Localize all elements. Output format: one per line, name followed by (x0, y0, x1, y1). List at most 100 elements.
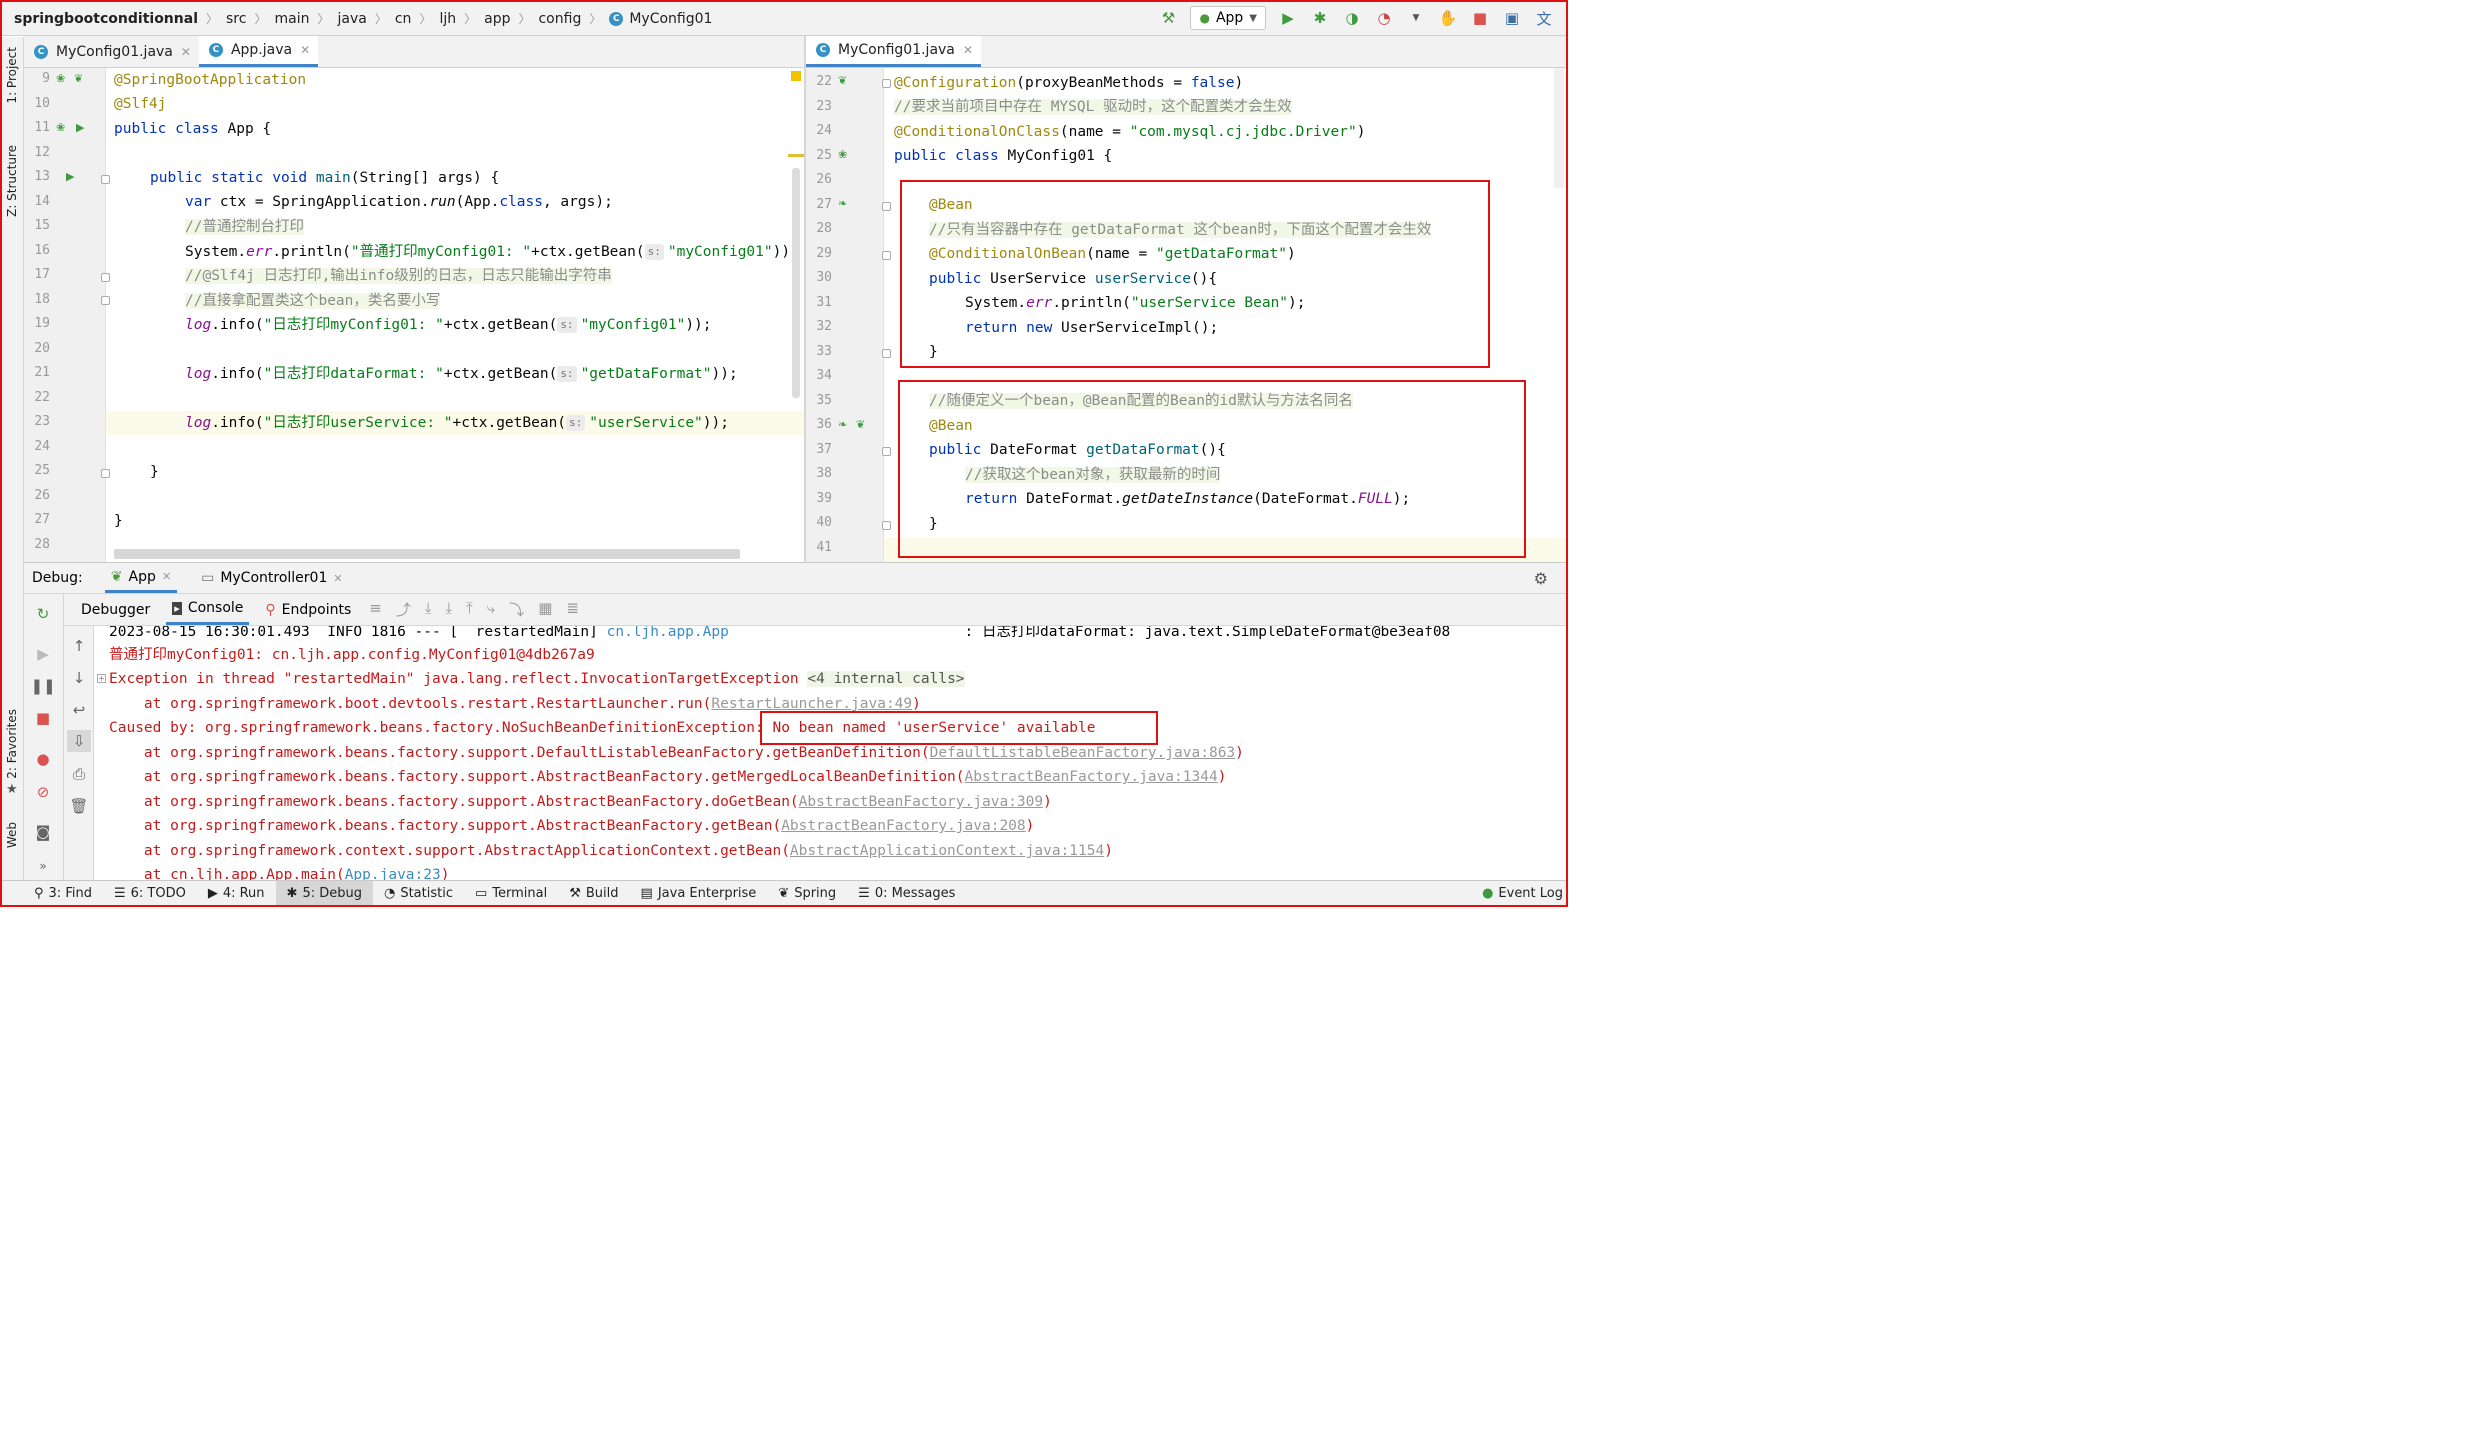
tool-todo[interactable]: ☰ 6: TODO (103, 881, 197, 905)
trace-icon[interactable]: ≣ (566, 599, 579, 620)
tool-event-log[interactable]: ● Event Log (1471, 881, 1574, 905)
tab-debugger[interactable]: Debugger (75, 602, 156, 618)
close-icon[interactable]: ✕ (181, 45, 191, 59)
arrow-down-icon[interactable]: ↓ (69, 668, 89, 688)
print-icon[interactable]: ⎙ (69, 764, 89, 784)
tool-terminal[interactable]: ▭ Terminal (464, 881, 558, 905)
tool-spring[interactable]: ❦ Spring (767, 881, 847, 905)
breadcrumb-src[interactable]: src (226, 11, 246, 27)
menu-icon[interactable]: ≡ (369, 599, 382, 620)
project-structure-icon[interactable]: ▣ (1502, 8, 1522, 28)
project-tool-tab[interactable]: 1: Project (5, 47, 19, 104)
tool-build[interactable]: ⚒ Build (558, 881, 629, 905)
rerun-icon[interactable]: ↻ (33, 604, 53, 624)
run-configuration-select[interactable]: ● App ▼ (1190, 6, 1266, 30)
fold-marker[interactable] (882, 447, 891, 456)
trash-icon[interactable]: 🗑 (69, 796, 89, 816)
debug-session-mycontroller01[interactable]: ▭ MyController01 ✕ (201, 570, 343, 586)
fold-marker[interactable] (882, 202, 891, 211)
fold-marker[interactable] (101, 296, 110, 305)
step-into-icon[interactable]: ⤓ (446, 599, 453, 620)
attach-icon[interactable]: ✋ (1438, 8, 1458, 28)
vertical-scrollbar[interactable] (792, 168, 800, 398)
source-link[interactable]: DefaultListableBeanFactory.java:863 (930, 745, 1236, 761)
debug-bug-icon[interactable]: ✱ (1310, 8, 1330, 28)
source-link[interactable]: AbstractApplicationContext.java:1154 (790, 843, 1104, 859)
breadcrumb-config[interactable]: config (538, 11, 581, 27)
source-link[interactable]: AbstractBeanFactory.java:208 (781, 818, 1025, 834)
tool-messages[interactable]: ☰ 0: Messages (847, 881, 966, 905)
tool-find[interactable]: ⚲ 3: Find (2, 881, 103, 905)
more-icon[interactable]: » (33, 856, 53, 876)
tab-endpoints[interactable]: ⚲ Endpoints (259, 602, 357, 618)
log-class-link[interactable]: cn.ljh.app.App (607, 626, 729, 640)
stop-icon[interactable]: ■ (1470, 8, 1490, 28)
build-hammer-icon[interactable]: ⚒ (1158, 8, 1178, 28)
drop-frame-icon[interactable]: ⤷ (487, 599, 495, 620)
fold-marker[interactable] (101, 469, 110, 478)
run-icon[interactable]: ▶ (1278, 8, 1298, 28)
run-gutter-icon[interactable]: ▶ (66, 170, 74, 183)
translate-icon[interactable]: 文 (1534, 8, 1554, 28)
fold-marker[interactable] (101, 175, 110, 184)
source-link[interactable]: RestartLauncher.java:49 (711, 696, 912, 712)
console-output[interactable]: 2023-08-15 16:30:01.493 INFO 1816 --- [ … (95, 626, 1566, 880)
fold-marker[interactable]: + (97, 674, 106, 683)
arrow-up-icon[interactable]: ↑ (69, 636, 89, 656)
favorites-tool-tab[interactable]: 2: Favorites (5, 709, 19, 779)
close-icon[interactable]: ✕ (963, 43, 973, 57)
close-icon[interactable]: ✕ (300, 43, 310, 57)
tool-debug[interactable]: ✱ 5: Debug (275, 881, 373, 905)
run-gutter-icon[interactable]: ▶ (76, 121, 84, 134)
close-icon[interactable]: ✕ (333, 572, 342, 585)
tab-myconfig01-right[interactable]: C MyConfig01.java ✕ (806, 36, 981, 67)
breadcrumb-project[interactable]: springbootconditionnal (14, 11, 198, 27)
stop-icon[interactable]: ■ (33, 708, 53, 728)
tab-app[interactable]: C App.java ✕ (198, 36, 319, 67)
evaluate-icon[interactable]: ▦ (538, 599, 552, 620)
breadcrumb-main[interactable]: main (274, 11, 309, 27)
scroll-to-end-icon[interactable]: ⇩ (67, 730, 91, 752)
step-over-icon[interactable]: ⤓ (425, 599, 432, 620)
source-link[interactable]: AbstractBeanFactory.java:309 (799, 794, 1043, 810)
debug-session-app[interactable]: ❦ App ✕ (104, 563, 178, 593)
fold-marker[interactable] (882, 349, 891, 358)
breadcrumb-cn[interactable]: cn (395, 11, 412, 27)
camera-icon[interactable]: ◙ (33, 822, 53, 842)
tool-run[interactable]: ▶ 4: Run (197, 881, 276, 905)
resume-icon[interactable]: ▶ (33, 644, 53, 664)
code-comment: //普通控制台打印 (185, 219, 304, 235)
run-to-cursor-icon[interactable]: ⤵ (509, 599, 524, 620)
web-tool-tab[interactable]: Web (5, 822, 19, 848)
breadcrumb-ljh[interactable]: ljh (439, 11, 456, 27)
left-code-editor[interactable]: 9 10 11 12 13 14 15 16 17 18 19 20 21 22 23 24 25 26 27 28 … (24, 68, 804, 562)
gear-icon[interactable]: ⚙ (1534, 569, 1548, 588)
tab-myconfig01[interactable]: C MyConfig01.java ✕ (24, 36, 199, 67)
fold-marker[interactable] (882, 251, 891, 260)
fold-marker[interactable] (882, 521, 891, 530)
fold-marker[interactable] (101, 273, 110, 282)
source-link[interactable]: App.java:23 (345, 867, 441, 880)
breadcrumb-class[interactable]: C MyConfig01 (609, 11, 712, 27)
view-breakpoints-icon[interactable]: ● (33, 749, 53, 769)
breadcrumb-java[interactable]: java (337, 11, 366, 27)
coverage-icon[interactable]: ◑ (1342, 8, 1362, 28)
fold-marker[interactable] (882, 79, 891, 88)
vertical-scrollbar[interactable] (1554, 68, 1564, 188)
pause-icon[interactable]: ❚❚ (30, 676, 55, 696)
profile-icon[interactable]: ◔ (1374, 8, 1394, 28)
soft-wrap-icon[interactable]: ↩ (69, 700, 89, 720)
structure-tool-tab[interactable]: Z: Structure (5, 145, 19, 217)
tool-statistic[interactable]: ◔ Statistic (373, 881, 464, 905)
step-out-icon[interactable]: ⤒ (466, 599, 473, 620)
mute-breakpoints-icon[interactable]: ⊘ (33, 782, 53, 802)
horizontal-scrollbar[interactable] (114, 549, 740, 559)
tool-java-enterprise[interactable]: ▤ Java Enterprise (630, 881, 768, 905)
source-link[interactable]: AbstractBeanFactory.java:1344 (965, 769, 1218, 785)
more-run-options-icon[interactable]: ▼ (1406, 8, 1426, 28)
show-execution-point-icon[interactable]: ⤴ (396, 599, 411, 620)
breadcrumb-app[interactable]: app (484, 11, 510, 27)
tab-console[interactable]: ▸ Console (166, 594, 250, 625)
close-icon[interactable]: ✕ (162, 570, 171, 583)
internal-calls-fold[interactable]: <4 internal calls> (807, 671, 965, 687)
